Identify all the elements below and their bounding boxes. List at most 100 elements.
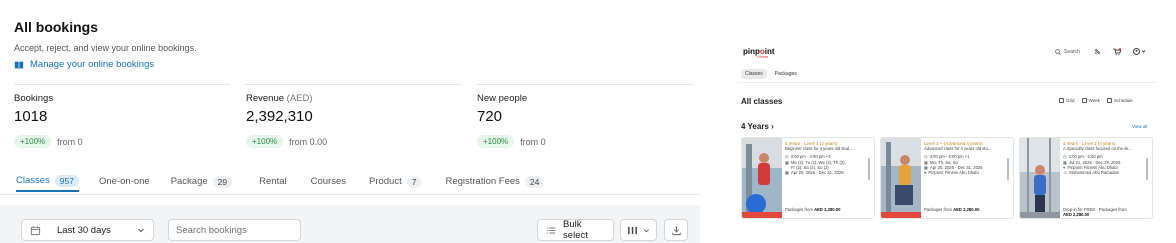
chevron-right-icon: › <box>771 122 774 131</box>
tab-package[interactable]: Package 29 <box>170 168 233 192</box>
tab-courses[interactable]: Courses <box>311 168 346 192</box>
tab-one-on-one[interactable]: One-on-one <box>99 168 150 192</box>
tab-classes[interactable]: Classes 957 <box>16 168 79 192</box>
view-all-link[interactable]: View all <box>1132 124 1147 129</box>
change-from: from 0 <box>57 136 83 147</box>
class-photo <box>1020 138 1060 218</box>
tab-count: 7 <box>406 175 422 188</box>
class-price: Packages from AED 2,280.00 <box>924 207 979 212</box>
tab-product[interactable]: Product 7 <box>368 168 422 192</box>
price-value: AED 2,280.00 <box>1063 212 1090 217</box>
card-scrollbar[interactable] <box>1007 158 1009 180</box>
view-week-label: Week <box>1088 98 1100 103</box>
book-icon <box>14 61 24 69</box>
pinpoint-logo: pinpoint Fitness <box>743 47 775 59</box>
section-heading[interactable]: 4 Years › <box>741 122 774 131</box>
stat-value: 720 <box>477 108 503 125</box>
view-week[interactable]: Week <box>1081 98 1100 103</box>
tab-rental[interactable]: Rental <box>259 168 286 192</box>
tab-label: Courses <box>310 176 346 187</box>
class-photo <box>881 138 921 218</box>
preview-search-label: Search <box>1064 49 1080 55</box>
account-menu-icon[interactable] <box>1133 48 1146 55</box>
tab-count: 29 <box>212 175 233 188</box>
calendar-icon: ▦ <box>785 159 789 165</box>
tab-registration-fees[interactable]: Registration Fees 24 <box>445 168 545 192</box>
cart-icon[interactable] <box>1113 48 1121 56</box>
change-badge: +100% <box>477 135 515 148</box>
stat-label: Revenue <box>246 93 285 104</box>
view-switcher: Grid Week Schedule <box>1059 98 1133 103</box>
price-value: AED 2,280.00 <box>814 207 841 212</box>
price-value: AED 2,280.00 <box>953 207 980 212</box>
stat-label: New people <box>477 93 528 104</box>
stat-label: Bookings <box>14 93 54 104</box>
change-from: from 0.00 <box>289 136 328 147</box>
logo-tagline: Fitness <box>757 55 769 59</box>
chevron-down-icon <box>138 228 144 233</box>
export-button[interactable] <box>664 219 688 241</box>
card-scrollbar[interactable] <box>1146 158 1148 180</box>
bookings-panel: All bookings Accept, reject, and view yo… <box>0 0 700 243</box>
stat-new-people: New people 720 +100% from 0 <box>477 93 546 148</box>
columns-icon <box>628 226 637 234</box>
column-view-button[interactable] <box>620 219 657 241</box>
tab-label: One-on-one <box>98 176 150 187</box>
class-detail: Pinpoint Fitness Abu Dhabi <box>928 170 979 176</box>
booking-type-tabs: Classes 957 One-on-one Package 29 Rental C… <box>16 168 545 194</box>
class-card[interactable]: 4 Years - Level 1 (4 years) Beginner cla… <box>741 137 875 219</box>
page-subtitle: Accept, reject, and view your online boo… <box>14 43 197 53</box>
location-icon: ⌖ <box>924 170 927 176</box>
booking-widget-preview: pinpoint Fitness Search Classes Packages… <box>737 38 1157 222</box>
filters-toolbar: Last 30 days Bulk select <box>0 205 700 243</box>
preview-tab-classes[interactable]: Classes <box>741 69 767 79</box>
chevron-down-icon <box>644 228 649 232</box>
tab-count: 24 <box>524 175 545 188</box>
tab-count: 957 <box>54 174 79 187</box>
tab-label: Package <box>170 176 208 187</box>
change-from: from 0 <box>520 136 546 147</box>
list-icon <box>546 227 556 233</box>
change-badge: +100% <box>246 135 284 148</box>
tab-label: Registration Fees <box>445 176 520 187</box>
price-prefix: Packages from <box>785 207 815 212</box>
manage-bookings-label: Manage your online bookings <box>30 59 155 70</box>
class-price: Drop-in for FREE · Packages from AED 2,28… <box>1063 207 1127 217</box>
user-icon: ☺ <box>1063 170 1068 176</box>
ticket-icon[interactable] <box>1094 48 1101 55</box>
search-input[interactable] <box>168 219 301 241</box>
class-card[interactable]: Level 1 + (Advanced 4 years) Advanced cl… <box>880 137 1014 219</box>
stat-value: 2,392,310 <box>246 108 313 125</box>
stat-bookings: Bookings 1018 +100% from 0 <box>14 93 83 148</box>
grid-icon <box>1059 98 1064 103</box>
page-title: All bookings <box>14 19 98 35</box>
class-detail: Mohammed Abu Ramadan <box>1069 170 1120 176</box>
class-price: Packages from AED 2,280.00 <box>785 207 840 212</box>
view-schedule-label: Schedule <box>1113 98 1133 103</box>
stat-revenue: Revenue (AED) 2,392,310 +100% from 0.00 <box>246 93 327 148</box>
section-label: 4 Years <box>741 122 769 131</box>
week-icon <box>1081 98 1087 103</box>
tab-label: Rental <box>259 176 287 187</box>
search-icon <box>1055 49 1061 55</box>
preview-search-button[interactable]: Search <box>1055 49 1080 55</box>
manage-bookings-link[interactable]: Manage your online bookings <box>14 59 154 70</box>
view-grid[interactable]: Grid <box>1059 98 1075 103</box>
download-icon <box>671 225 681 235</box>
calendar-icon: ▦ <box>785 170 789 176</box>
preview-tabs: Classes Packages <box>741 69 801 79</box>
bulk-select-button[interactable]: Bulk select <box>537 219 614 241</box>
all-classes-heading: All classes <box>741 97 783 106</box>
calendar-icon <box>30 225 41 235</box>
tab-label: Classes <box>16 175 50 186</box>
card-scrollbar[interactable] <box>868 158 870 180</box>
price-prefix: Packages from <box>924 207 954 212</box>
date-range-value: Last 30 days <box>57 224 111 236</box>
class-card[interactable]: 4 Years - Level 1 (4 years) A Specialty … <box>1019 137 1153 219</box>
view-schedule[interactable]: Schedule <box>1106 98 1133 103</box>
tab-label: Product <box>368 176 402 187</box>
date-range-select[interactable]: Last 30 days <box>21 219 154 241</box>
class-photo <box>742 138 782 218</box>
change-badge: +100% <box>14 135 52 148</box>
preview-tab-packages[interactable]: Packages <box>771 69 801 79</box>
